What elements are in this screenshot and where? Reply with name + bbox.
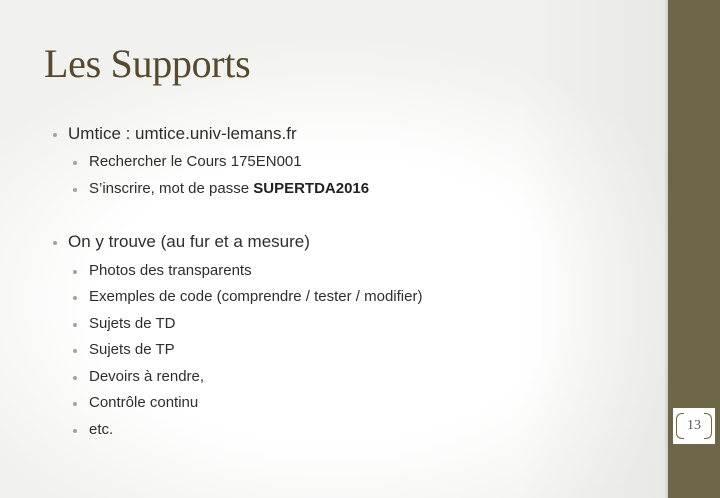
sub-bullet-text: Exemples de code (comprendre / tester / … — [89, 288, 423, 305]
bullet-dot-icon — [73, 376, 77, 380]
bullet-dot-icon — [73, 270, 77, 274]
page-number-box: 13 — [671, 406, 717, 446]
sub-bullet-text: Contrôle continu — [89, 394, 199, 411]
bullet-dot-icon — [73, 188, 77, 192]
page-number: 13 — [687, 418, 701, 433]
slide-title: Les Supports — [44, 41, 251, 86]
bullet-dot-icon — [73, 349, 77, 353]
bullet-umtice: Umtice : umtice.univ-lemans.fr — [53, 124, 297, 144]
sub-bullet-text: Devoirs à rendre, — [89, 368, 205, 385]
bullet-text: On y trouve (au fur et a mesure) — [68, 232, 310, 251]
sub-bullet-sujets-tp: Sujets de TP — [73, 341, 175, 358]
sub-bullet-sujets-td: Sujets de TD — [73, 315, 176, 332]
sub-bullet-rechercher: Rechercher le Cours 175EN001 — [73, 153, 302, 170]
sub-bullet-text: Photos des transparents — [89, 262, 252, 279]
sub-bullet-devoirs: Devoirs à rendre, — [73, 368, 205, 385]
sub-bullet-inscrire: S’inscrire, mot de passe SUPERTDA2016 — [73, 180, 370, 197]
bullet-dot-icon — [73, 296, 77, 300]
sub-bullet-etc: etc. — [73, 421, 114, 438]
sub-bullet-text: etc. — [89, 421, 114, 438]
sub-bullet-text: Sujets de TP — [89, 341, 175, 358]
sub-bullet-controle: Contrôle continu — [73, 394, 199, 411]
bullet-dot-icon — [73, 161, 77, 165]
password-text: SUPERTDA2016 — [253, 180, 370, 197]
sub-bullet-exemples: Exemples de code (comprendre / tester / … — [73, 288, 423, 305]
sub-bullet-text: S’inscrire, mot de passe — [89, 180, 254, 197]
sub-bullet-text: Sujets de TD — [89, 315, 176, 332]
bullet-dot-icon — [53, 241, 57, 245]
bullet-text: Umtice : umtice.univ-lemans.fr — [68, 124, 297, 143]
bullet-on-y-trouve: On y trouve (au fur et a mesure) — [53, 232, 310, 252]
bullet-dot-icon — [73, 429, 77, 433]
sub-bullet-text: Rechercher le Cours 175EN001 — [89, 153, 302, 170]
bullet-dot-icon — [73, 323, 77, 327]
bullet-dot-icon — [73, 402, 77, 406]
sub-bullet-photos: Photos des transparents — [73, 262, 252, 279]
bullet-dot-icon — [53, 133, 57, 137]
slide: Les Supports Umtice : umtice.univ-lemans… — [0, 0, 720, 498]
